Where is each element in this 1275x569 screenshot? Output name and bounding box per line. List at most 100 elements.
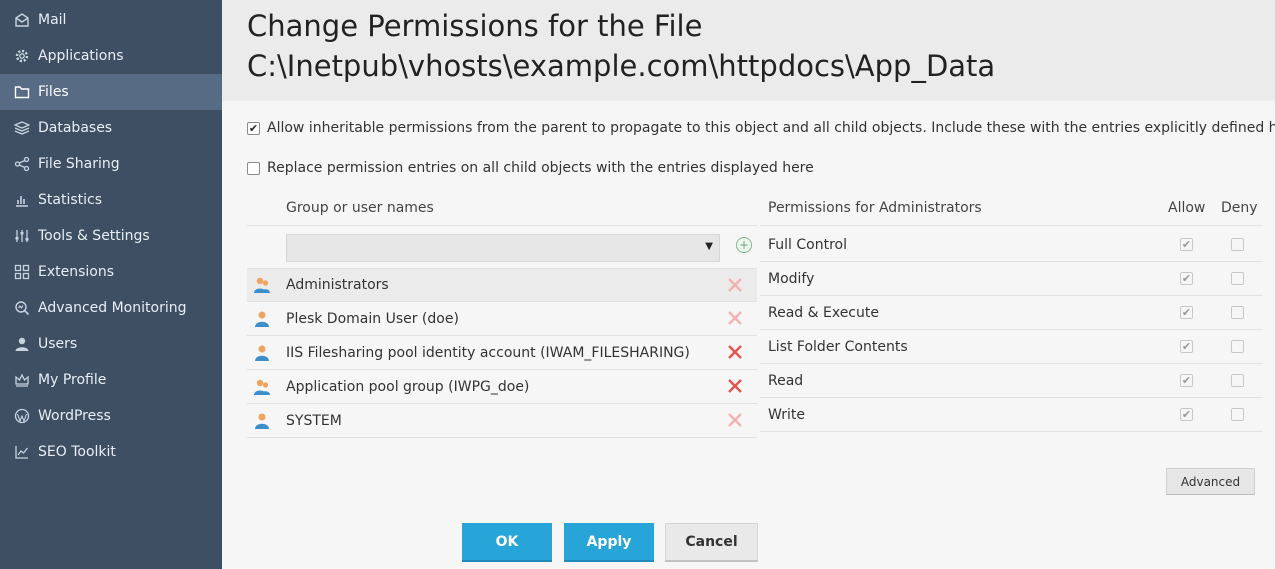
monitor-search-icon (13, 299, 31, 317)
share-icon (13, 155, 31, 173)
group-user-list: Administrators Plesk Domain User (doe) I… (247, 268, 757, 438)
replace-permissions-checkbox[interactable] (247, 161, 260, 175)
user-group-select[interactable]: ▼ (286, 234, 720, 262)
allow-checkbox[interactable]: ✔ (1180, 306, 1193, 319)
sidebar-item-label: Tools & Settings (38, 228, 150, 244)
sidebar-item-mail[interactable]: Mail (0, 2, 222, 38)
remove-icon[interactable] (727, 310, 743, 326)
sidebar-item-advanced-monitoring[interactable]: Advanced Monitoring (0, 290, 222, 326)
deny-checkbox[interactable] (1231, 272, 1244, 285)
divider (760, 225, 1263, 226)
sidebar-item-tools-settings[interactable]: Tools & Settings (0, 218, 222, 254)
sidebar-item-label: Extensions (38, 264, 115, 280)
sidebar-item-label: Statistics (38, 192, 102, 208)
permission-label: Read (768, 372, 804, 389)
sidebar-item-label: WordPress (38, 408, 111, 424)
permissions-list: Full Control ✔ Modify ✔ Read & Execute ✔… (760, 228, 1263, 432)
inherit-permissions-option[interactable]: ✔ Allow inheritable permissions from the… (247, 120, 1275, 136)
permission-label: List Folder Contents (768, 338, 908, 355)
inherit-permissions-checkbox[interactable]: ✔ (247, 121, 260, 135)
allow-checkbox[interactable]: ✔ (1180, 408, 1193, 421)
permission-label: Read & Execute (768, 304, 879, 321)
sliders-icon (13, 227, 31, 245)
permission-label: Modify (768, 270, 815, 287)
page-title-line2: C:\Inetpub\vhosts\example.com\httpdocs\A… (247, 49, 996, 83)
allow-checkbox[interactable]: ✔ (1180, 272, 1193, 285)
user-icon (255, 413, 269, 429)
sidebar-item-seo-toolkit[interactable]: SEO Toolkit (0, 434, 222, 470)
advanced-button[interactable]: Advanced (1166, 468, 1255, 495)
deny-checkbox[interactable] (1231, 408, 1244, 421)
permission-row-read: Read ✔ (760, 364, 1263, 398)
caret-down-icon: ▼ (705, 241, 713, 252)
user-name: SYSTEM (286, 412, 342, 429)
list-item[interactable]: SYSTEM (247, 404, 757, 438)
page-title: Change Permissions for the File C:\Inetp… (247, 6, 1275, 86)
sidebar-item-label: Mail (38, 12, 67, 28)
user-group-icon (254, 379, 270, 395)
sidebar-item-label: Advanced Monitoring (38, 300, 187, 316)
apply-button[interactable]: Apply (564, 523, 654, 562)
group-list-header: Group or user names (286, 200, 434, 216)
deny-checkbox[interactable] (1231, 340, 1244, 353)
remove-icon[interactable] (727, 378, 743, 394)
stack-icon (13, 119, 31, 137)
permission-row-read-execute: Read & Execute ✔ (760, 296, 1263, 330)
folder-icon (13, 83, 31, 101)
deny-checkbox[interactable] (1231, 306, 1244, 319)
sidebar-item-label: Users (38, 336, 78, 352)
deny-checkbox[interactable] (1231, 238, 1244, 251)
list-item[interactable]: Administrators (247, 268, 757, 302)
sidebar-item-wordpress[interactable]: WordPress (0, 398, 222, 434)
ok-button[interactable]: OK (462, 523, 552, 562)
cancel-button[interactable]: Cancel (665, 523, 758, 562)
permission-row-modify: Modify ✔ (760, 262, 1263, 296)
list-item[interactable]: Plesk Domain User (doe) (247, 302, 757, 336)
user-group-icon (254, 277, 270, 293)
trend-chart-icon (13, 443, 31, 461)
wordpress-icon (13, 407, 31, 425)
remove-icon[interactable] (727, 277, 743, 293)
replace-permissions-option[interactable]: Replace permission entries on all child … (247, 160, 814, 176)
sidebar-item-label: File Sharing (38, 156, 120, 172)
allow-checkbox[interactable]: ✔ (1180, 340, 1193, 353)
remove-icon[interactable] (727, 344, 743, 360)
sidebar-item-statistics[interactable]: Statistics (0, 182, 222, 218)
remove-icon[interactable] (727, 412, 743, 428)
sidebar-item-files[interactable]: Files (0, 74, 222, 110)
mail-icon (13, 11, 31, 29)
sidebar-item-label: Files (38, 84, 69, 100)
user-name: Administrators (286, 277, 389, 293)
add-user-icon[interactable]: + (736, 237, 752, 253)
list-item[interactable]: Application pool group (IWPG_doe) (247, 370, 757, 404)
bar-chart-icon (13, 191, 31, 209)
permission-label: Full Control (768, 236, 847, 253)
sidebar-item-applications[interactable]: Applications (0, 38, 222, 74)
sidebar-item-file-sharing[interactable]: File Sharing (0, 146, 222, 182)
sidebar-item-label: SEO Toolkit (38, 444, 116, 460)
user-icon (255, 311, 269, 327)
allow-checkbox[interactable]: ✔ (1180, 374, 1193, 387)
user-icon (255, 345, 269, 361)
sidebar-item-my-profile[interactable]: My Profile (0, 362, 222, 398)
deny-checkbox[interactable] (1231, 374, 1244, 387)
permission-row-list-folder-contents: List Folder Contents ✔ (760, 330, 1263, 364)
inherit-permissions-label: Allow inheritable permissions from the p… (267, 120, 1275, 136)
sidebar-item-extensions[interactable]: Extensions (0, 254, 222, 290)
user-name: IIS Filesharing pool identity account (I… (286, 344, 690, 361)
permission-label: Write (768, 406, 805, 423)
user-icon (13, 335, 31, 353)
allow-checkbox[interactable]: ✔ (1180, 238, 1193, 251)
list-item[interactable]: IIS Filesharing pool identity account (I… (247, 336, 757, 370)
permissions-header: Permissions for Administrators (768, 200, 982, 216)
main-content: ✔ Allow inheritable permissions from the… (222, 101, 1275, 569)
puzzle-grid-icon (13, 263, 31, 281)
deny-column-header: Deny (1221, 200, 1258, 216)
divider (247, 225, 757, 226)
sidebar-item-databases[interactable]: Databases (0, 110, 222, 146)
page-title-line1: Change Permissions for the File (247, 9, 703, 43)
sidebar-item-users[interactable]: Users (0, 326, 222, 362)
gear-icon (13, 47, 31, 65)
crown-icon (13, 371, 31, 389)
allow-column-header: Allow (1168, 200, 1206, 216)
